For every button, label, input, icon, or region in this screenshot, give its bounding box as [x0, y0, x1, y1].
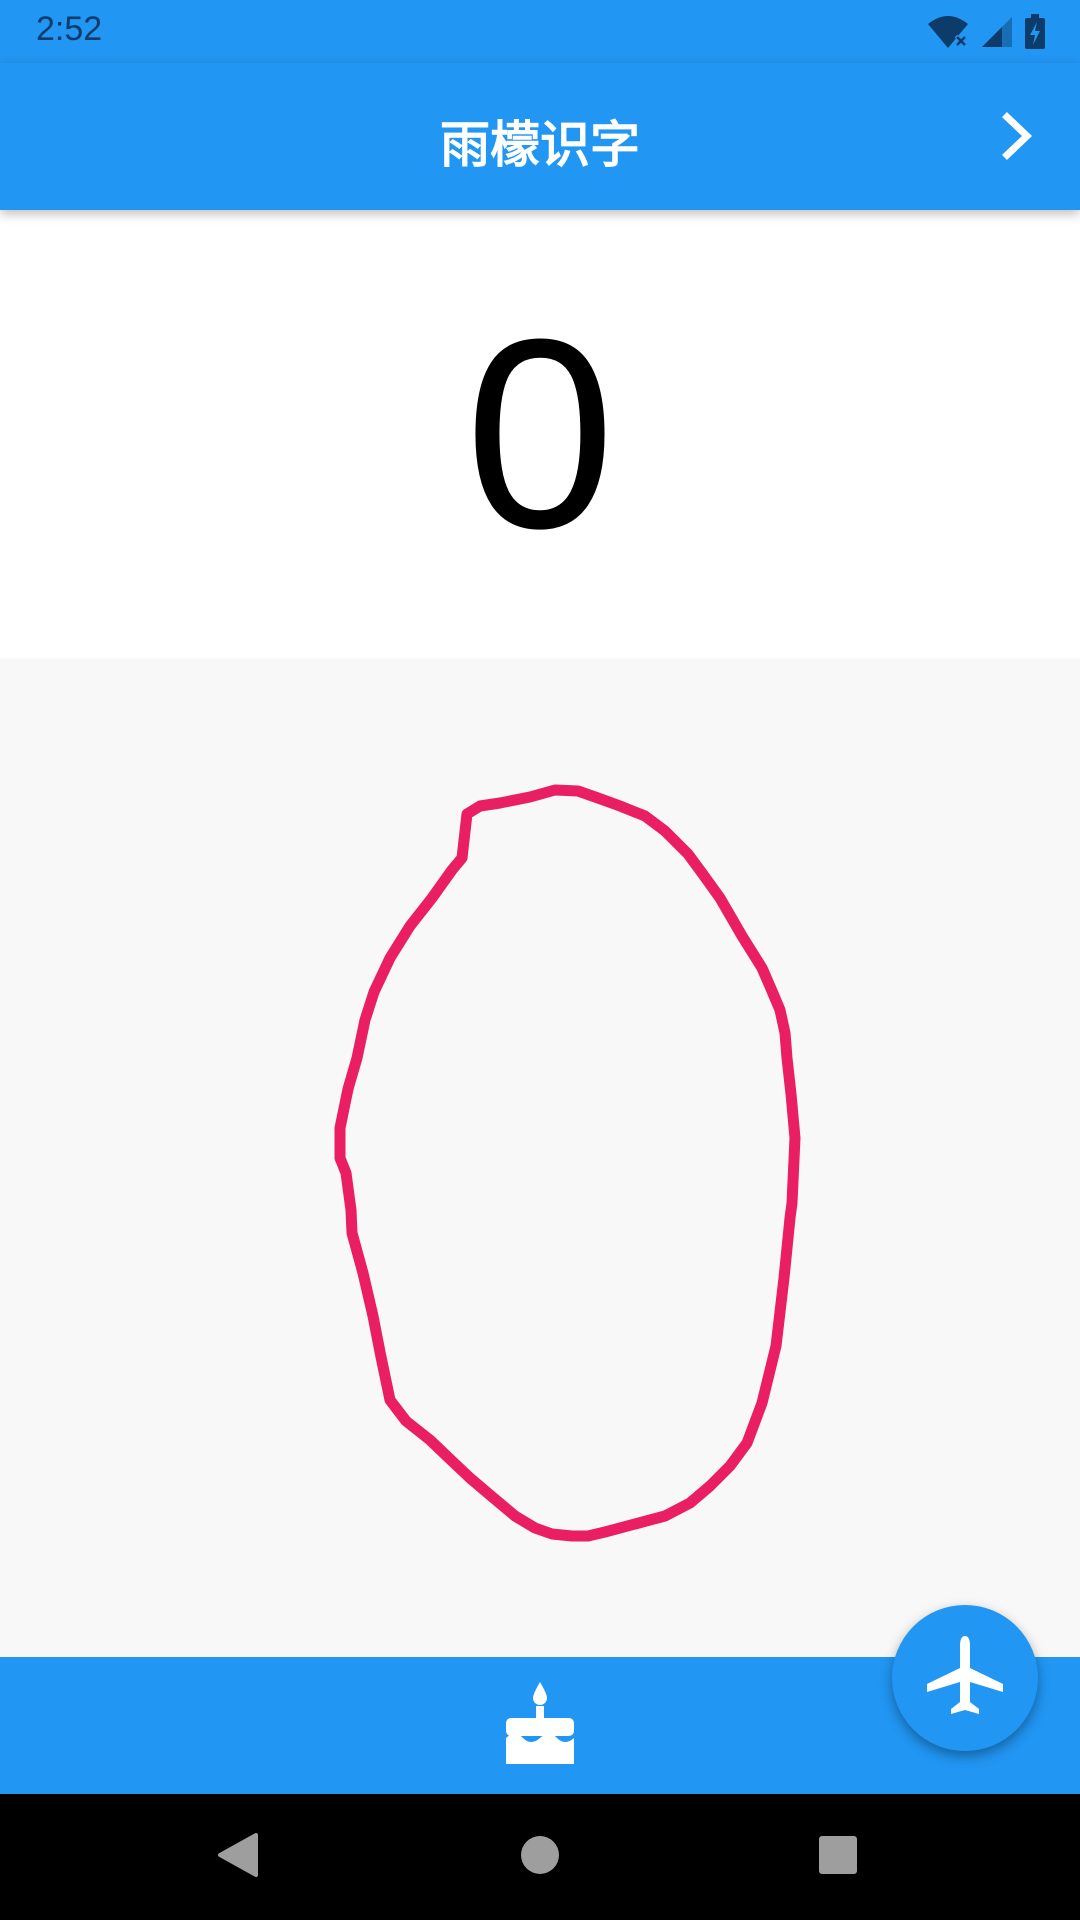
cell-signal-icon	[980, 15, 1014, 49]
app-bar: 雨檬识字	[0, 63, 1080, 210]
status-bar: 2:52	[0, 0, 1080, 63]
drawing-canvas[interactable]	[0, 658, 1080, 1657]
recognized-digit: 0	[464, 284, 616, 585]
back-icon	[216, 1831, 260, 1883]
chevron-right-icon	[997, 111, 1037, 165]
cake-button[interactable]	[490, 1675, 590, 1775]
battery-charging-icon	[1024, 14, 1046, 50]
status-icons	[926, 12, 1046, 52]
recents-button[interactable]	[803, 1822, 873, 1892]
airplane-icon	[925, 1634, 1005, 1722]
result-panel: 0	[0, 210, 1080, 658]
airplane-fab[interactable]	[892, 1605, 1038, 1751]
system-nav-bar	[0, 1794, 1080, 1920]
status-time: 2:52	[36, 10, 103, 48]
next-button[interactable]	[982, 103, 1052, 173]
back-button[interactable]	[203, 1822, 273, 1892]
home-icon	[520, 1835, 560, 1879]
drawn-stroke	[334, 784, 801, 1542]
cake-icon	[500, 1678, 580, 1772]
home-button[interactable]	[505, 1822, 575, 1892]
app-title: 雨檬识字	[440, 116, 640, 174]
recents-icon	[818, 1835, 858, 1879]
wifi-off-icon	[926, 14, 970, 50]
